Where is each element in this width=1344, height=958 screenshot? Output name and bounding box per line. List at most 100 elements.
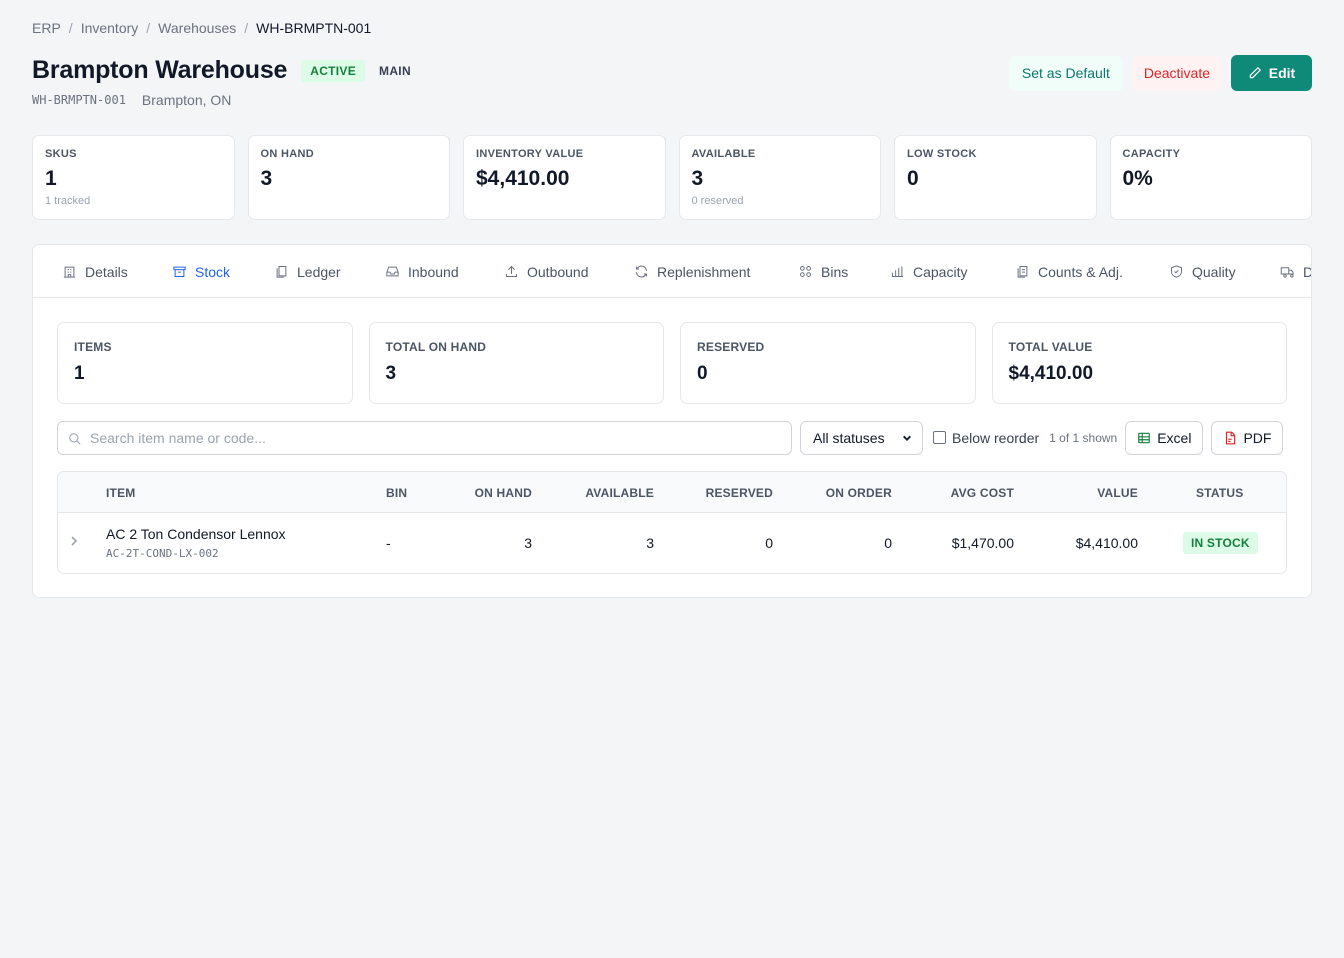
column-status[interactable]: STATUS (1196, 486, 1243, 500)
copy-icon (276, 266, 287, 278)
stat-label: SKUS (45, 148, 77, 160)
below-reorder-label: Below reorder (952, 429, 1040, 446)
stat-card-available: AVAILABLE 3 0 reserved (678, 135, 881, 220)
tab-overflow[interactable]: D (1280, 245, 1311, 297)
stock-table: ITEM BIN ON HAND AVAILABLE RESERVED ON O… (57, 471, 1287, 574)
tab-bins[interactable]: Bins (798, 245, 849, 297)
bin-cell: - (386, 535, 391, 551)
pencil-icon (1249, 67, 1261, 79)
stock-panel: Details Stock Ledger Inbound Outbound Re… (32, 244, 1312, 598)
stat-card-on-hand: ON HAND 3 (247, 135, 450, 220)
stat-label: AVAILABLE (691, 148, 756, 160)
stat-sub: 1 tracked (45, 195, 91, 207)
inbox-icon (386, 266, 399, 277)
column-item[interactable]: ITEM (106, 486, 135, 500)
breadcrumb-warehouses[interactable]: Warehouses (158, 20, 236, 36)
item-cell: AC 2 Ton Condensor Lennox AC-2T-COND-LX-… (106, 526, 286, 560)
summary-card-total-on-hand: TOTAL ON HAND 3 (368, 322, 664, 404)
deactivate-button[interactable]: Deactivate (1132, 55, 1221, 91)
tab-details[interactable]: Details (62, 245, 128, 297)
stock-summary: ITEMS 1 TOTAL ON HAND 3 RESERVED 0 TOTAL… (57, 322, 1287, 404)
column-on-order[interactable]: ON ORDER (826, 486, 892, 500)
tab-ledger[interactable]: Ledger (274, 245, 341, 297)
bar-chart-icon (891, 266, 904, 277)
tab-label: Outbound (527, 263, 589, 280)
building-icon (63, 266, 76, 278)
status-badge: ACTIVE (301, 59, 366, 82)
tab-stock[interactable]: Stock (172, 245, 231, 297)
status-filter-select[interactable]: All statuses (800, 420, 923, 455)
stat-label: LOW STOCK (907, 148, 977, 160)
status-cell: IN STOCK (1183, 532, 1258, 554)
tab-replenishment[interactable]: Replenishment (634, 245, 751, 297)
upload-icon (506, 265, 517, 277)
avg-cost-cell: $1,470.00 (951, 535, 1014, 551)
summary-card-total-value: TOTAL VALUE $4,410.00 (991, 322, 1287, 404)
column-available[interactable]: AVAILABLE (585, 486, 654, 500)
breadcrumb: ERP / Inventory / Warehouses / WH-BRMPTN… (32, 20, 371, 36)
summary-card-reserved: RESERVED 0 (680, 322, 976, 404)
edit-button-label: Edit (1268, 65, 1296, 81)
search-box (57, 420, 792, 455)
summary-label: ITEMS (74, 340, 112, 354)
value-cell: $4,410.00 (1075, 535, 1138, 551)
column-bin[interactable]: BIN (386, 486, 407, 500)
stat-value: 0% (1122, 167, 1153, 190)
tab-bar: Details Stock Ledger Inbound Outbound Re… (33, 245, 1311, 298)
set-default-button[interactable]: Set as Default (1008, 55, 1123, 91)
edit-button[interactable]: Edit (1231, 55, 1312, 91)
search-icon (69, 432, 81, 445)
tab-label: Inbound (408, 263, 459, 280)
stat-card-inventory-value: INVENTORY VALUE $4,410.00 (463, 135, 666, 220)
spreadsheet-icon (1138, 432, 1151, 443)
on-hand-cell: 3 (524, 535, 532, 551)
warehouse-meta: WH-BRMPTN-001 Brampton, ON (32, 92, 231, 108)
export-excel-button[interactable]: Excel (1125, 420, 1204, 455)
breadcrumb-current: WH-BRMPTN-001 (256, 20, 372, 36)
page-title: Brampton Warehouse (32, 56, 288, 84)
tab-inbound[interactable]: Inbound (385, 245, 459, 297)
column-on-hand[interactable]: ON HAND (475, 486, 532, 500)
available-cell: 3 (646, 535, 654, 551)
column-avg-cost[interactable]: AVG COST (951, 486, 1014, 500)
tab-counts-adjustments[interactable]: Counts & Adj. (1015, 245, 1123, 297)
summary-value: 1 (74, 363, 85, 384)
item-name: AC 2 Ton Condensor Lennox (106, 526, 286, 542)
status-filter-value: All statuses (813, 429, 885, 446)
tab-label: Bins (821, 263, 849, 280)
below-reorder-toggle[interactable]: Below reorder (933, 430, 1039, 446)
warehouse-code: WH-BRMPTN-001 (32, 93, 126, 107)
column-value[interactable]: VALUE (1097, 486, 1138, 500)
stat-card-capacity: CAPACITY 0% (1109, 135, 1312, 220)
stock-status-badge: IN STOCK (1183, 532, 1258, 554)
tab-outbound[interactable]: Outbound (504, 245, 589, 297)
tab-quality[interactable]: Quality (1169, 245, 1236, 297)
breadcrumb-inventory[interactable]: Inventory (81, 20, 139, 36)
stat-value: 3 (260, 167, 273, 190)
box-icon (173, 266, 186, 277)
breadcrumb-erp[interactable]: ERP (32, 20, 61, 36)
title-row: Brampton Warehouse ACTIVE MAIN (32, 56, 411, 85)
column-reserved[interactable]: RESERVED (706, 486, 773, 500)
stat-value: 0 (907, 167, 919, 190)
stat-label: INVENTORY VALUE (476, 148, 584, 160)
chevron-right-icon[interactable] (68, 535, 80, 547)
tab-capacity[interactable]: Capacity (890, 245, 967, 297)
summary-label: TOTAL VALUE (1008, 340, 1093, 354)
breadcrumb-separator: / (146, 20, 151, 36)
chevron-down-icon (903, 435, 911, 441)
tab-label: Replenishment (657, 263, 751, 280)
table-row[interactable]: AC 2 Ton Condensor Lennox AC-2T-COND-LX-… (58, 513, 1286, 573)
tab-label: Details (85, 263, 128, 280)
stat-value: $4,410.00 (476, 167, 570, 190)
export-pdf-label: PDF (1243, 429, 1272, 446)
tab-label: Quality (1192, 263, 1236, 280)
search-input[interactable] (90, 429, 791, 446)
tab-label: Stock (195, 263, 231, 280)
summary-value: $4,410.00 (1008, 363, 1094, 384)
below-reorder-checkbox[interactable] (933, 431, 946, 444)
summary-card-items: ITEMS 1 (57, 322, 353, 404)
stock-toolbar: All statuses Below reorder 1 of 1 shown … (57, 420, 1287, 455)
summary-value: 3 (385, 363, 397, 384)
export-pdf-button[interactable]: PDF (1211, 420, 1284, 455)
